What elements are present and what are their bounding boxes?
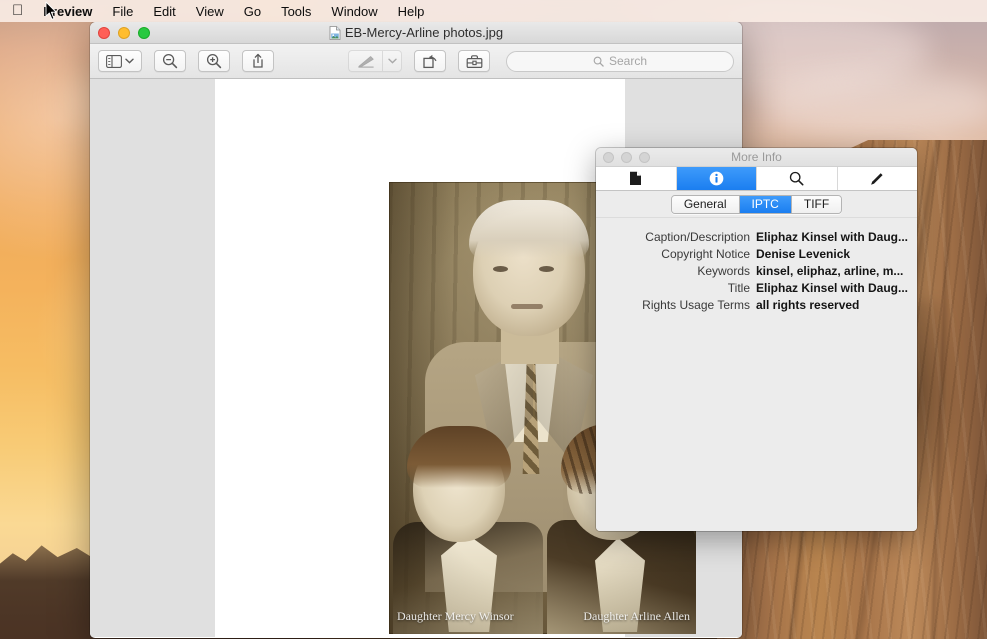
document-icon bbox=[630, 171, 642, 185]
metadata-row: Caption/Description Eliphaz Kinsel with … bbox=[596, 230, 909, 244]
more-info-window[interactable]: More Info General IPTC TIFF Caption/Desc… bbox=[596, 148, 917, 531]
info-circle-icon bbox=[709, 171, 724, 186]
markup-toolbar-button[interactable] bbox=[458, 50, 490, 72]
share-button[interactable] bbox=[242, 50, 274, 72]
segmented-group[interactable]: General IPTC TIFF bbox=[670, 194, 843, 214]
metadata-value: Denise Levenick bbox=[756, 247, 851, 261]
menu-item-view[interactable]: View bbox=[186, 4, 234, 19]
metadata-value: Eliphaz Kinsel with Daug... bbox=[756, 281, 909, 295]
tab-general-info[interactable] bbox=[596, 167, 677, 190]
zoom-in-button[interactable] bbox=[198, 50, 230, 72]
tab-more-info[interactable] bbox=[676, 167, 757, 190]
metadata-label: Caption/Description bbox=[645, 230, 750, 244]
metadata-row: Title Eliphaz Kinsel with Daug... bbox=[596, 281, 909, 295]
zoom-in-icon bbox=[206, 53, 222, 69]
chevron-down-icon bbox=[387, 58, 397, 64]
metadata-label: Rights Usage Terms bbox=[642, 298, 750, 312]
apple-logo-icon[interactable]:  bbox=[8, 3, 33, 20]
metadata-row: Rights Usage Terms all rights reserved bbox=[596, 298, 909, 312]
segment-general[interactable]: General bbox=[671, 195, 740, 213]
more-info-titlebar[interactable]: More Info bbox=[596, 148, 917, 167]
toolbox-icon bbox=[466, 54, 482, 68]
more-info-title: More Info bbox=[731, 150, 782, 164]
zoom-out-icon bbox=[162, 53, 178, 69]
menu-item-tools[interactable]: Tools bbox=[271, 4, 321, 19]
markup-pen-icon bbox=[357, 55, 374, 68]
markup-options-button[interactable] bbox=[382, 50, 402, 72]
sidebar-icon bbox=[106, 54, 122, 68]
markup-button[interactable] bbox=[348, 50, 382, 72]
chevron-down-icon bbox=[125, 58, 134, 64]
photo-caption-left: Daughter Mercy Winsor bbox=[397, 609, 514, 623]
tab-annotations[interactable] bbox=[838, 167, 918, 190]
jpeg-document-icon bbox=[329, 25, 341, 40]
more-info-tabbar[interactable] bbox=[596, 167, 917, 191]
photo-caption-right: Daughter Arline Allen bbox=[583, 609, 690, 623]
segment-iptc[interactable]: IPTC bbox=[739, 195, 792, 213]
menu-bar:  Preview File Edit View Go Tools Window… bbox=[0, 0, 987, 22]
menu-item-help[interactable]: Help bbox=[388, 4, 435, 19]
share-icon bbox=[253, 53, 263, 68]
sidebar-view-button[interactable] bbox=[98, 50, 142, 72]
rotate-left-icon bbox=[422, 54, 437, 68]
menu-item-window[interactable]: Window bbox=[321, 4, 387, 19]
menu-item-file[interactable]: File bbox=[102, 4, 143, 19]
metadata-label: Keywords bbox=[697, 264, 750, 278]
preview-toolbar[interactable]: Search bbox=[90, 44, 742, 79]
search-icon bbox=[790, 171, 804, 186]
document-page: Daughter Mercy Winsor Daughter Arline Al… bbox=[215, 79, 696, 637]
metadata-row: Copyright Notice Denise Levenick bbox=[596, 247, 909, 261]
menu-item-preview[interactable]: Preview bbox=[33, 4, 102, 19]
search-icon bbox=[593, 56, 604, 67]
pencil-icon bbox=[871, 172, 883, 185]
rotate-left-button[interactable] bbox=[414, 50, 446, 72]
metadata-label: Title bbox=[727, 281, 750, 295]
search-placeholder: Search bbox=[608, 54, 648, 68]
window-title-group: EB-Mercy-Arline photos.jpg bbox=[90, 25, 742, 40]
zoom-out-button[interactable] bbox=[154, 50, 186, 72]
menu-item-edit[interactable]: Edit bbox=[143, 4, 185, 19]
window-title-text: EB-Mercy-Arline photos.jpg bbox=[344, 25, 504, 40]
search-field[interactable]: Search bbox=[506, 50, 734, 72]
menu-item-go[interactable]: Go bbox=[234, 4, 271, 19]
metadata-list: Caption/Description Eliphaz Kinsel with … bbox=[596, 218, 917, 531]
metadata-value: kinsel, eliphaz, arline, m... bbox=[756, 264, 904, 278]
segment-tiff[interactable]: TIFF bbox=[791, 195, 842, 213]
metadata-label: Copyright Notice bbox=[661, 247, 750, 261]
preview-titlebar[interactable]: EB-Mercy-Arline photos.jpg bbox=[90, 22, 742, 44]
metadata-value: all rights reserved bbox=[756, 298, 860, 312]
metadata-segmented-control[interactable]: General IPTC TIFF bbox=[596, 191, 917, 218]
tab-inspector[interactable] bbox=[757, 167, 838, 190]
wallpaper-cloud bbox=[760, 70, 987, 140]
metadata-value: Eliphaz Kinsel with Daug... bbox=[756, 230, 909, 244]
metadata-row: Keywords kinsel, eliphaz, arline, m... bbox=[596, 264, 909, 278]
